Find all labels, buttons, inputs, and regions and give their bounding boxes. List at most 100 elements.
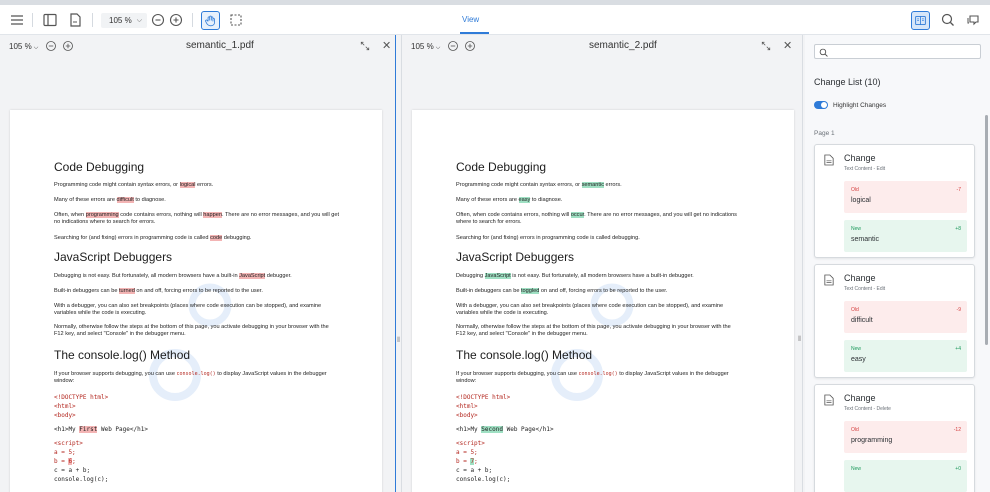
paragraph: Normally, otherwise follow the steps at … bbox=[54, 324, 329, 337]
zoom-select[interactable]: 105 % ⌵ bbox=[101, 13, 147, 28]
change-type: Text Content - Delete bbox=[844, 406, 891, 412]
pan-tool-button[interactable] bbox=[201, 11, 220, 30]
zoom-out-icon[interactable] bbox=[45, 40, 57, 52]
zoom-in-icon[interactable] bbox=[62, 40, 74, 52]
drag-handle-icon[interactable]: ⦀ bbox=[798, 336, 801, 344]
removed-text[interactable]: logical bbox=[179, 182, 196, 188]
zoom-value: 105 % bbox=[109, 16, 132, 25]
highlight-changes-label: Highlight Changes bbox=[833, 102, 887, 109]
pane-zoom-select[interactable]: 105 % ⌵ bbox=[411, 42, 440, 52]
main-toolbar: 105 % ⌵ View bbox=[0, 5, 990, 35]
search-icon[interactable] bbox=[940, 12, 956, 28]
toolbar-separator bbox=[92, 13, 93, 27]
highlight-changes-toggle[interactable] bbox=[814, 101, 828, 109]
sync-scroll-icon[interactable] bbox=[359, 40, 371, 52]
change-type: Text Content - Edit bbox=[844, 166, 886, 172]
document-icon bbox=[824, 394, 834, 406]
zoom-in-icon[interactable] bbox=[168, 12, 184, 28]
new-value-box: New +4 easy bbox=[844, 340, 967, 372]
new-value-box: New +0 bbox=[844, 460, 967, 492]
added-text[interactable]: toggled bbox=[521, 288, 540, 294]
removed-text[interactable]: difficult bbox=[116, 197, 134, 203]
document-filename: semantic_1.pdf bbox=[186, 40, 254, 51]
zoom-out-icon[interactable] bbox=[150, 12, 166, 28]
heading: The console.log() Method bbox=[54, 348, 191, 362]
removed-text[interactable]: code bbox=[210, 235, 223, 241]
document-icon bbox=[824, 154, 834, 166]
paragraph: If your browser supports debugging, you … bbox=[456, 371, 729, 384]
menu-icon[interactable] bbox=[9, 12, 25, 28]
document-page: Code Debugging Programming code might co… bbox=[412, 110, 794, 492]
search-icon bbox=[819, 48, 828, 57]
sync-scroll-icon[interactable] bbox=[760, 40, 772, 52]
change-card[interactable]: Change Text Content - Delete Old -12 pro… bbox=[814, 384, 975, 492]
pane-splitter[interactable]: ⦀ bbox=[395, 35, 402, 492]
added-text[interactable]: semantic bbox=[581, 182, 604, 188]
paragraph: Programming code might contain syntax er… bbox=[456, 182, 622, 188]
document-filename: semantic_2.pdf bbox=[589, 40, 657, 51]
paragraph: Searching for (and fixing) errors in pro… bbox=[54, 235, 252, 241]
change-list-title: Change List (10) bbox=[814, 77, 881, 87]
document-pane-right[interactable]: 105 % ⌵ semantic_2.pdf ✕ Code Debugging P… bbox=[402, 35, 802, 492]
pane-header-right: 105 % ⌵ semantic_2.pdf ✕ bbox=[402, 35, 802, 57]
heading: JavaScript Debuggers bbox=[54, 250, 173, 264]
heading: JavaScript Debuggers bbox=[456, 250, 575, 264]
removed-text[interactable]: turned bbox=[119, 288, 135, 294]
tab-view-indicator bbox=[460, 32, 489, 34]
paragraph: Many of these errors are easy to diagnos… bbox=[456, 197, 563, 203]
heading: Code Debugging bbox=[54, 160, 145, 174]
paragraph: Normally, otherwise follow the steps at … bbox=[456, 324, 731, 337]
added-text[interactable]: easy bbox=[518, 197, 531, 203]
pane-zoom-select[interactable]: 105 % ⌵ bbox=[9, 42, 38, 52]
change-title: Change bbox=[844, 273, 876, 283]
zoom-in-icon[interactable] bbox=[464, 40, 476, 52]
removed-text[interactable]: programming bbox=[85, 212, 119, 218]
new-value-box: New +8 semantic bbox=[844, 220, 967, 252]
tab-view[interactable]: View bbox=[462, 15, 479, 24]
change-search-input[interactable] bbox=[814, 44, 981, 59]
added-text[interactable]: JavaScript bbox=[484, 273, 511, 279]
file-icon[interactable] bbox=[67, 12, 83, 28]
heading: Code Debugging bbox=[456, 160, 547, 174]
change-title: Change bbox=[844, 153, 876, 163]
paragraph: With a debugger, you can also set breakp… bbox=[54, 303, 322, 316]
sidebar-panel-icon[interactable] bbox=[42, 12, 58, 28]
paragraph: With a debugger, you can also set breakp… bbox=[456, 303, 724, 316]
change-type: Text Content - Edit bbox=[844, 286, 886, 292]
pane-header-left: 105 % ⌵ semantic_1.pdf ✕ bbox=[0, 35, 395, 57]
marquee-select-icon[interactable] bbox=[228, 12, 244, 28]
paragraph: Programming code might contain syntax er… bbox=[54, 182, 214, 188]
removed-text[interactable]: First bbox=[79, 426, 98, 433]
old-value-box: Old -7 logical bbox=[844, 181, 967, 213]
change-title: Change bbox=[844, 393, 876, 403]
compare-icon bbox=[915, 15, 926, 26]
paragraph: Searching for (and fixing) errors in pro… bbox=[456, 235, 640, 241]
close-icon[interactable]: ✕ bbox=[382, 39, 391, 52]
chevron-down-icon: ⌵ bbox=[136, 16, 142, 24]
comments-icon[interactable] bbox=[965, 12, 981, 28]
code-block: <!DOCTYPE html> <html> <body> <h1>My Sec… bbox=[456, 394, 554, 483]
chevron-down-icon: ⌵ bbox=[435, 45, 441, 51]
paragraph: Built-in debuggers can be toggled on and… bbox=[456, 288, 668, 294]
removed-text[interactable]: happen bbox=[203, 212, 222, 218]
toolbar-separator bbox=[192, 13, 193, 27]
change-card[interactable]: Change Text Content - Edit Old -9 diffic… bbox=[814, 264, 975, 378]
old-value-box: Old -12 programming bbox=[844, 421, 967, 453]
zoom-out-icon[interactable] bbox=[447, 40, 459, 52]
change-card[interactable]: Change Text Content - Edit Old -7 logica… bbox=[814, 144, 975, 258]
chevron-down-icon: ⌵ bbox=[33, 45, 39, 51]
sidebar-scrollbar[interactable] bbox=[985, 115, 988, 345]
drag-handle-icon[interactable]: ⦀ bbox=[397, 337, 400, 345]
heading: The console.log() Method bbox=[456, 348, 593, 362]
close-icon[interactable]: ✕ bbox=[783, 39, 792, 52]
added-text[interactable]: occur bbox=[570, 212, 585, 218]
paragraph: Debugging JavaScript is not easy. But fo… bbox=[456, 273, 694, 279]
toolbar-separator bbox=[32, 13, 33, 27]
added-text[interactable]: Second bbox=[481, 426, 503, 433]
paragraph: If your browser supports debugging, you … bbox=[54, 371, 327, 384]
code-block: <!DOCTYPE html> <html> <body> <h1>My Fir… bbox=[54, 394, 148, 483]
removed-text[interactable]: JavaScript bbox=[239, 273, 266, 279]
document-pane-left[interactable]: 105 % ⌵ semantic_1.pdf ✕ Code Debugging P… bbox=[0, 35, 395, 492]
compare-button[interactable] bbox=[911, 11, 930, 30]
paragraph: Often, when programming code contains er… bbox=[54, 212, 340, 225]
